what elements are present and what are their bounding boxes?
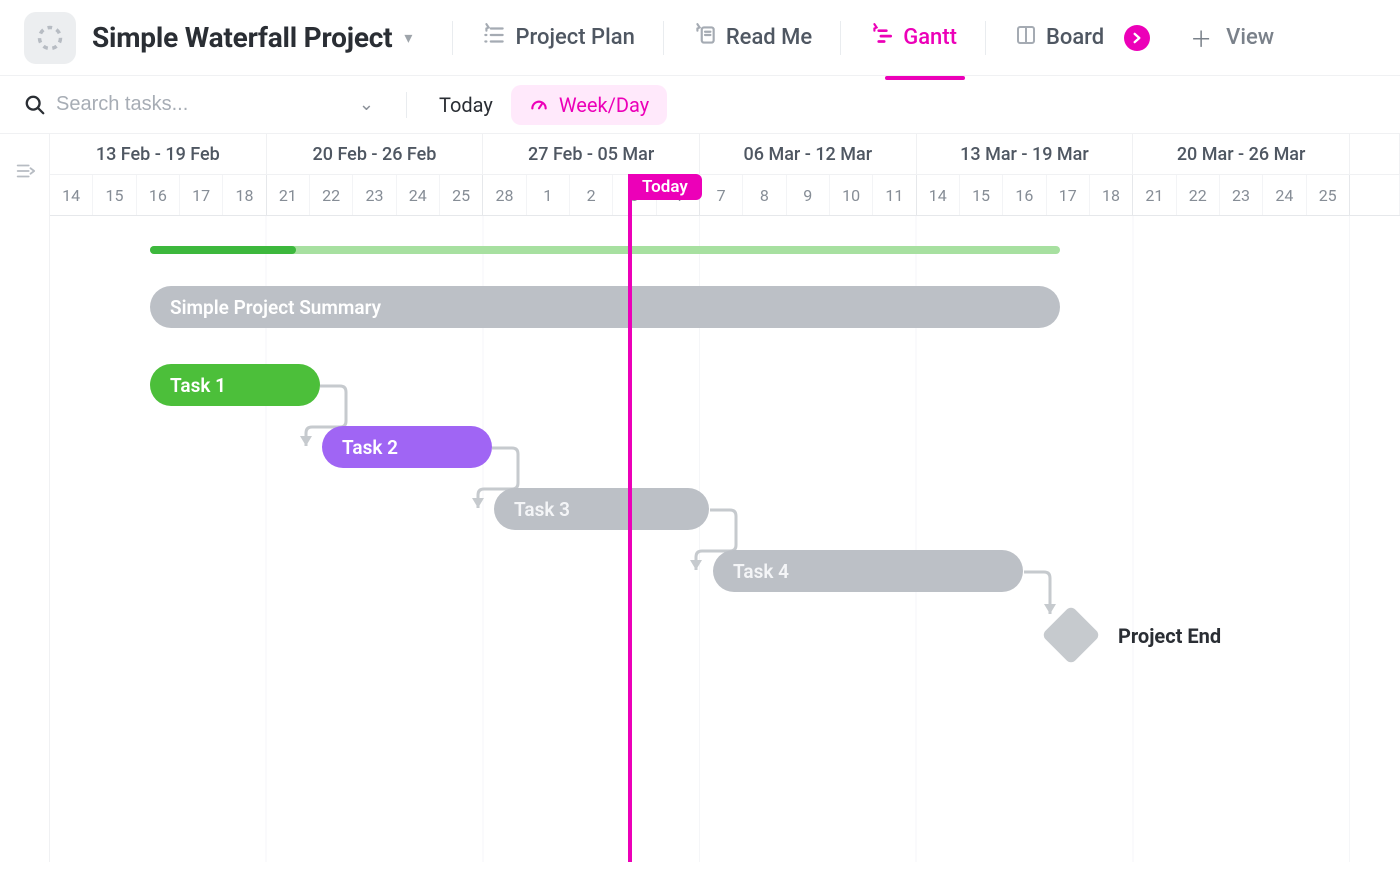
day-cell: 18: [1090, 175, 1133, 215]
day-cell: 9: [787, 175, 830, 215]
day-cell: 14: [917, 175, 960, 215]
day-cell: 21: [1133, 175, 1176, 215]
separator: [840, 21, 841, 55]
chevron-down-icon[interactable]: ⌄: [359, 94, 374, 115]
day-cell: 28: [483, 175, 526, 215]
day-cell: 22: [310, 175, 353, 215]
more-tabs-button[interactable]: [1124, 25, 1150, 51]
add-view-button[interactable]: ＋ View: [1182, 16, 1282, 60]
task-bar[interactable]: Task 4: [713, 550, 1023, 592]
pin-doc-icon: [692, 22, 718, 54]
tab-board[interactable]: Board: [1006, 17, 1112, 59]
search-input[interactable]: [56, 93, 349, 116]
pin-gantt-icon: [869, 22, 895, 54]
bar-label: Task 1: [170, 374, 226, 397]
day-cell: 8: [743, 175, 786, 215]
week-cell: 20 Mar - 26 Mar: [1133, 134, 1350, 174]
search-wrap: ⌄: [24, 93, 374, 116]
project-icon[interactable]: [24, 12, 76, 64]
separator: [406, 92, 407, 118]
day-cell: 24: [1263, 175, 1306, 215]
pin-list-icon: [481, 22, 507, 54]
expand-sidebar-button[interactable]: [0, 134, 50, 862]
tab-gantt[interactable]: Gantt: [861, 16, 965, 60]
week-cell: 20 Feb - 26 Feb: [267, 134, 484, 174]
timeline-area: 13 Feb - 19 Feb20 Feb - 26 Feb27 Feb - 0…: [0, 134, 1400, 862]
task-bar[interactable]: Task 2: [322, 426, 492, 468]
expand-right-icon: [14, 160, 36, 182]
separator: [663, 21, 664, 55]
day-cell: 1: [527, 175, 570, 215]
search-icon: [24, 94, 46, 116]
gauge-icon: [529, 95, 549, 115]
week-cell: 06 Mar - 12 Mar: [700, 134, 917, 174]
day-cell: 21: [267, 175, 310, 215]
day-cell: 23: [1220, 175, 1263, 215]
task-bar[interactable]: Task 3: [494, 488, 709, 530]
chevron-down-icon[interactable]: ▾: [404, 28, 412, 47]
day-cell: 15: [960, 175, 1003, 215]
week-cell: 27 Feb - 05 Mar: [483, 134, 700, 174]
tab-label: Read Me: [726, 25, 812, 50]
day-cell: 7: [700, 175, 743, 215]
separator: [452, 21, 453, 55]
day-cell: 25: [440, 175, 483, 215]
day-cell: 14: [50, 175, 93, 215]
milestone-label: Project End: [1118, 624, 1221, 648]
plus-icon: ＋: [1190, 22, 1212, 54]
day-cell: 23: [353, 175, 396, 215]
day-cell: 16: [1003, 175, 1046, 215]
progress-done: [150, 246, 296, 254]
tab-label: Project Plan: [515, 25, 634, 50]
tab-project-plan[interactable]: Project Plan: [473, 16, 642, 60]
summary-bar[interactable]: Simple Project Summary: [150, 286, 1060, 328]
week-cell: 13 Mar - 19 Mar: [917, 134, 1134, 174]
tab-read-me[interactable]: Read Me: [684, 16, 820, 60]
today-label: Today: [628, 174, 702, 200]
day-cell: 2: [570, 175, 613, 215]
day-cell: 18: [223, 175, 266, 215]
bar-label: Task 2: [342, 436, 398, 459]
bar-label: Task 3: [514, 498, 570, 521]
board-icon: [1014, 23, 1038, 53]
project-title[interactable]: Simple Waterfall Project: [92, 21, 392, 54]
separator: [985, 21, 986, 55]
day-cell: 17: [180, 175, 223, 215]
day-cell: 10: [830, 175, 873, 215]
tab-label: Board: [1046, 25, 1104, 50]
scale-button[interactable]: Week/Day: [511, 85, 667, 125]
timeline-week-row: 13 Feb - 19 Feb20 Feb - 26 Feb27 Feb - 0…: [50, 134, 1400, 174]
milestone-diamond[interactable]: [1041, 605, 1100, 664]
day-cell: 11: [873, 175, 916, 215]
today-marker: [628, 176, 632, 862]
week-cell: 13 Feb - 19 Feb: [50, 134, 267, 174]
today-button[interactable]: Today: [439, 93, 493, 117]
scale-label: Week/Day: [559, 93, 649, 117]
bar-label: Simple Project Summary: [170, 296, 381, 319]
add-view-label: View: [1226, 25, 1274, 50]
tab-label: Gantt: [903, 25, 957, 50]
timeline-day-row: 1415161718212223242528123478910111415161…: [50, 174, 1400, 216]
day-cell: 16: [137, 175, 180, 215]
day-cell: 24: [397, 175, 440, 215]
bar-label: Task 4: [733, 560, 789, 583]
toolbar: ⌄ Today Week/Day: [0, 76, 1400, 134]
app-header: Simple Waterfall Project ▾ Project Plan …: [0, 0, 1400, 76]
gantt-chart[interactable]: Today Simple Project Summary: [50, 216, 1400, 862]
day-cell: 15: [93, 175, 136, 215]
chevron-right-icon: [1130, 31, 1144, 45]
loading-circle-icon: [36, 24, 64, 52]
day-cell: 25: [1307, 175, 1350, 215]
day-cell: 22: [1177, 175, 1220, 215]
task-bar[interactable]: Task 1: [150, 364, 320, 406]
day-cell: 17: [1047, 175, 1090, 215]
